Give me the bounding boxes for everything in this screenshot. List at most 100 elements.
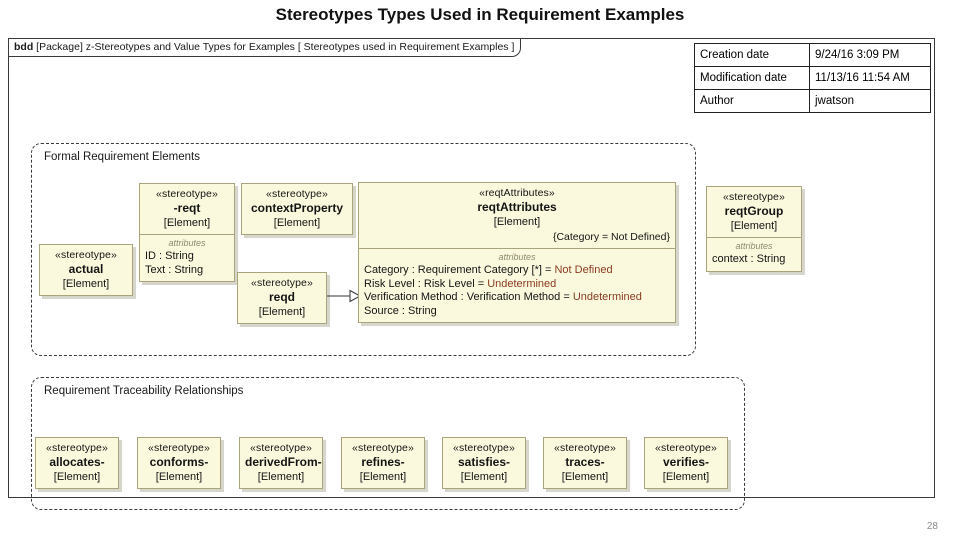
attribute-row: context : String [712, 253, 786, 265]
node-traces-name: traces- [565, 455, 605, 469]
generalization-arrow-icon [327, 289, 361, 303]
group-formal-title: Formal Requirement Elements [44, 151, 200, 163]
node-actual-stereotype: «stereotype» [55, 249, 117, 261]
node-derived-from-metaclass: [Element] [257, 471, 305, 483]
node-traces-metaclass: [Element] [561, 471, 609, 483]
attribute-label: Risk Level : Risk Level = [364, 277, 488, 290]
node-derived-from-name: derivedFrom- [245, 455, 322, 469]
node-actual[interactable]: «stereotype» actual [Element] [39, 244, 133, 296]
metadata-value: 11/13/16 11:54 AM [809, 66, 931, 90]
metadata-value: jwatson [809, 89, 931, 113]
table-row: Creation date 9/24/16 3:09 PM [694, 43, 931, 67]
node-context-property[interactable]: «stereotype» contextProperty [Element] [241, 183, 353, 235]
diagram-frame-label: bdd [Package] z-Stereotypes and Value Ty… [9, 39, 522, 57]
node-refines[interactable]: «stereotype» refines- [Element] [341, 437, 425, 489]
node-allocates-name: allocates- [49, 455, 105, 469]
node-reqt-header: «stereotype» -reqt [Element] [140, 184, 234, 234]
node-reqt-group-header: «stereotype» reqtGroup [Element] [707, 187, 801, 237]
node-conforms[interactable]: «stereotype» conforms- [Element] [137, 437, 221, 489]
attribute-default: Not Defined [554, 264, 613, 276]
node-conforms-name: conforms- [149, 455, 209, 469]
node-satisfies-name: satisfies- [457, 455, 511, 469]
attributes-header: attributes [168, 238, 206, 248]
node-reqt-attributes: attributes ID : String Text : String [140, 234, 234, 281]
node-reqt-attributes-header: «reqtAttributes» reqtAttributes [Element… [359, 183, 675, 248]
attributes-header: attributes [498, 252, 536, 262]
node-reqt-attributes-metaclass: [Element] [493, 216, 541, 228]
node-conforms-metaclass: [Element] [155, 471, 203, 483]
metadata-value: 9/24/16 3:09 PM [809, 43, 931, 67]
node-actual-header: «stereotype» actual [Element] [40, 245, 132, 295]
attribute-label: Verification Method : Verification Metho… [364, 291, 573, 303]
node-reqd-metaclass: [Element] [258, 306, 306, 318]
metadata-key: Creation date [694, 43, 810, 67]
group-traceability-title: Requirement Traceability Relationships [44, 385, 244, 397]
table-row: Author jwatson [694, 89, 931, 113]
node-refines-metaclass: [Element] [359, 471, 407, 483]
node-reqt-group-attributes: attributes context : String [707, 237, 801, 271]
node-actual-name: actual [68, 262, 104, 276]
node-verifies[interactable]: «stereotype» verifies- [Element] [644, 437, 728, 489]
node-traces-stereotype: «stereotype» [554, 442, 616, 454]
node-conforms-header: «stereotype» conforms- [Element] [138, 438, 220, 488]
diagram-kind-keyword: bdd [14, 41, 34, 53]
attribute-label: Category : Requirement Category [*] = [364, 264, 555, 276]
attribute-default: Undetermined [572, 291, 642, 303]
node-satisfies-metaclass: [Element] [460, 471, 508, 483]
node-reqd-name: reqd [268, 290, 295, 304]
node-reqt-metaclass: [Element] [163, 217, 211, 229]
diagram-frame-label-text: [Package] z-Stereotypes and Value Types … [36, 41, 515, 53]
node-reqt-attributes-attributes: attributes Category : Requirement Catego… [359, 248, 675, 322]
node-reqt-group-metaclass: [Element] [730, 220, 778, 232]
node-allocates-header: «stereotype» allocates- [Element] [36, 438, 118, 488]
attributes-header: attributes [735, 241, 773, 251]
node-refines-header: «stereotype» refines- [Element] [342, 438, 424, 488]
metadata-key: Author [694, 89, 810, 113]
node-verifies-stereotype: «stereotype» [655, 442, 717, 454]
node-verifies-metaclass: [Element] [662, 471, 710, 483]
attribute-row: Source : String [364, 305, 670, 319]
node-derived-from-stereotype: «stereotype» [250, 442, 312, 454]
node-context-property-name: contextProperty [250, 201, 344, 215]
node-refines-stereotype: «stereotype» [352, 442, 414, 454]
node-satisfies-header: «stereotype» satisfies- [Element] [443, 438, 525, 488]
node-context-property-metaclass: [Element] [273, 217, 321, 229]
node-reqt-attributes-constraint: {Category = Not Defined} [552, 231, 670, 243]
node-derived-from[interactable]: «stereotype» derivedFrom- [Element] [239, 437, 323, 489]
page-number: 28 [926, 521, 938, 532]
attribute-label: Source : String [364, 304, 437, 317]
node-satisfies[interactable]: «stereotype» satisfies- [Element] [442, 437, 526, 489]
attribute-row: ID : String [145, 250, 194, 262]
diagram-metadata-table: Creation date 9/24/16 3:09 PM Modificati… [694, 43, 931, 113]
node-reqt-group-name: reqtGroup [724, 204, 784, 218]
node-verifies-header: «stereotype» verifies- [Element] [645, 438, 727, 488]
node-derived-from-header: «stereotype» derivedFrom- [Element] [240, 438, 322, 488]
node-reqd-stereotype: «stereotype» [251, 277, 313, 289]
node-allocates-stereotype: «stereotype» [46, 442, 108, 454]
node-reqd[interactable]: «stereotype» reqd [Element] [237, 272, 327, 324]
node-traces-header: «stereotype» traces- [Element] [544, 438, 626, 488]
node-verifies-name: verifies- [662, 455, 710, 469]
attribute-row: Category : Requirement Category [*] = No… [364, 264, 670, 278]
node-allocates[interactable]: «stereotype» allocates- [Element] [35, 437, 119, 489]
node-reqt-attributes-stereotype: «reqtAttributes» [479, 187, 555, 199]
node-reqt-attributes[interactable]: «reqtAttributes» reqtAttributes [Element… [358, 182, 676, 323]
metadata-key: Modification date [694, 66, 810, 90]
node-reqd-header: «stereotype» reqd [Element] [238, 273, 326, 323]
node-actual-metaclass: [Element] [62, 278, 110, 290]
node-traces[interactable]: «stereotype» traces- [Element] [543, 437, 627, 489]
node-context-property-header: «stereotype» contextProperty [Element] [242, 184, 352, 234]
node-reqt-attributes-name: reqtAttributes [477, 200, 557, 214]
node-refines-name: refines- [361, 455, 405, 469]
attribute-row: Risk Level : Risk Level = Undetermined [364, 278, 670, 292]
table-row: Modification date 11/13/16 11:54 AM [694, 66, 931, 90]
node-reqt-group[interactable]: «stereotype» reqtGroup [Element] attribu… [706, 186, 802, 272]
node-context-property-stereotype: «stereotype» [266, 188, 328, 200]
attribute-default: Undetermined [487, 277, 557, 290]
node-conforms-stereotype: «stereotype» [148, 442, 210, 454]
node-reqt-group-stereotype: «stereotype» [723, 191, 785, 203]
node-reqt[interactable]: «stereotype» -reqt [Element] attributes … [139, 183, 235, 282]
node-reqt-name: -reqt [173, 201, 201, 215]
node-satisfies-stereotype: «stereotype» [453, 442, 515, 454]
page-title: Stereotypes Types Used in Requirement Ex… [275, 5, 685, 24]
